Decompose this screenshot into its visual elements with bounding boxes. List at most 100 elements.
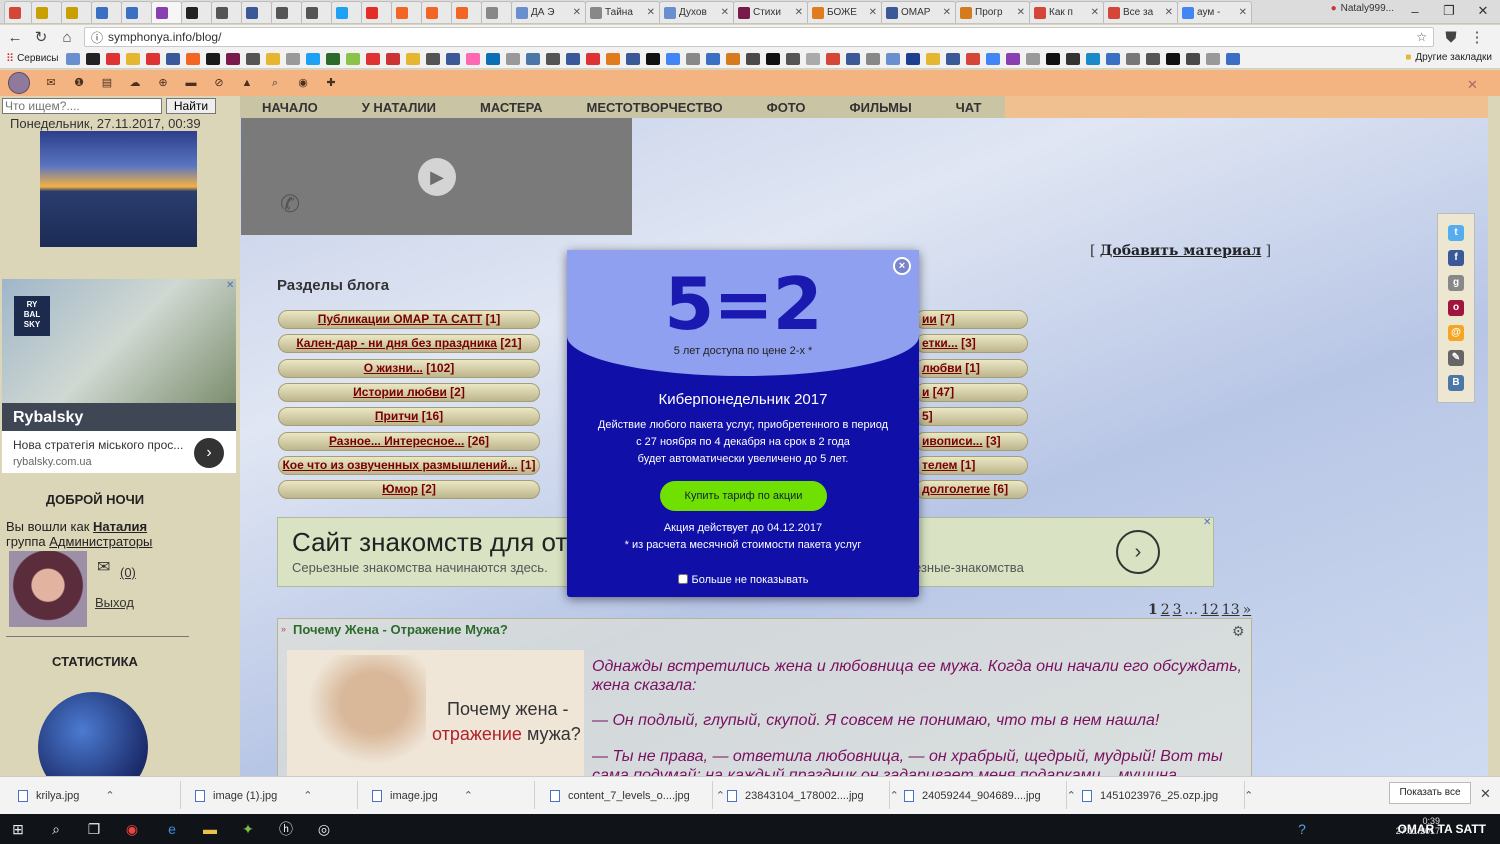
category-item[interactable]: Разное... Интересное... [26] bbox=[278, 431, 540, 451]
bookmark-icon[interactable] bbox=[245, 52, 260, 65]
folder-icon[interactable]: ▬ bbox=[184, 76, 198, 90]
close-icon[interactable]: ✕ bbox=[1466, 3, 1500, 19]
bookmark-icon[interactable] bbox=[1085, 52, 1100, 65]
bookmark-icon[interactable] bbox=[985, 52, 1000, 65]
app-icon[interactable]: ◎ bbox=[314, 819, 334, 839]
chevron-right-icon[interactable]: › bbox=[194, 438, 224, 468]
bookmark-icon[interactable] bbox=[685, 52, 700, 65]
browser-tab[interactable]: аум - ✕ bbox=[1177, 1, 1252, 23]
bookmark-icon[interactable] bbox=[545, 52, 560, 65]
help-icon[interactable]: ? bbox=[1292, 819, 1312, 839]
chevron-up-icon[interactable]: ⌃ bbox=[1067, 789, 1076, 802]
close-icon[interactable]: ✕ bbox=[1480, 786, 1491, 802]
nav-item[interactable]: МЕСТОТВОРЧЕСТВО bbox=[565, 100, 745, 115]
bookmark-icon[interactable] bbox=[765, 52, 780, 65]
category-link[interactable]: Публикации ОМАР ТА САТТ bbox=[318, 312, 483, 326]
download-item[interactable]: content_7_levels_o....jpg ⌃ bbox=[550, 789, 725, 802]
nav-item[interactable]: ФОТО bbox=[745, 100, 828, 115]
tab-close-icon[interactable]: ✕ bbox=[1239, 7, 1247, 18]
bookmark-icon[interactable] bbox=[605, 52, 620, 65]
bookmark-icon[interactable] bbox=[1025, 52, 1040, 65]
page-link[interactable]: 12 bbox=[1201, 602, 1219, 618]
bookmark-icon[interactable] bbox=[665, 52, 680, 65]
browser-tab[interactable] bbox=[331, 1, 362, 23]
browser-tab[interactable] bbox=[421, 1, 452, 23]
ad-banner-subtitle[interactable]: Серьезные знакомства начинаются здесь. bbox=[292, 560, 548, 575]
category-item[interactable]: долголетие [6] bbox=[915, 480, 1028, 500]
browser-tab[interactable]: Тайна ✕ bbox=[585, 1, 660, 23]
bookmark-icon[interactable] bbox=[345, 52, 360, 65]
logout-link[interactable]: Выход bbox=[95, 595, 134, 610]
back-icon[interactable]: ← bbox=[6, 29, 24, 46]
page-link[interactable]: 3 bbox=[1173, 602, 1182, 618]
livejournal-icon[interactable]: ✎ bbox=[1448, 350, 1464, 366]
bookmark-icon[interactable] bbox=[285, 52, 300, 65]
other-bookmarks[interactable]: ■ Другие закладки bbox=[1405, 52, 1492, 63]
category-link[interactable]: Разное... Интересное... bbox=[329, 434, 464, 448]
tab-close-icon[interactable]: ✕ bbox=[721, 7, 729, 18]
category-item[interactable]: Кое что из озвученных размышлений... [1] bbox=[278, 455, 540, 475]
bookmark-services[interactable]: Сервисы bbox=[17, 53, 58, 64]
category-link[interactable]: Кое что из озвученных размышлений... bbox=[282, 458, 517, 472]
category-link[interactable]: долголетие bbox=[922, 482, 990, 496]
play-icon[interactable]: ▶ bbox=[418, 158, 456, 196]
bookmark-icon[interactable] bbox=[645, 52, 660, 65]
chevron-up-icon[interactable]: ⌃ bbox=[464, 789, 473, 802]
bookmark-icon[interactable] bbox=[185, 52, 200, 65]
bookmark-icon[interactable] bbox=[1165, 52, 1180, 65]
profile-button[interactable]: ● Nataly999... bbox=[1331, 3, 1394, 14]
download-item[interactable]: 1451023976_25.ozp.jpg ⌃ bbox=[1082, 789, 1253, 802]
add-icon[interactable]: ⊕ bbox=[156, 76, 170, 90]
bookmark-icon[interactable] bbox=[445, 52, 460, 65]
ad-close-icon[interactable]: ✕ bbox=[226, 280, 234, 291]
search-button[interactable]: Найти bbox=[166, 98, 216, 114]
category-link[interactable]: етки... bbox=[922, 336, 958, 350]
category-item[interactable]: ии [7] bbox=[915, 310, 1028, 329]
download-item[interactable]: krilya.jpg ⌃ bbox=[18, 789, 115, 802]
browser-tab[interactable] bbox=[4, 1, 32, 23]
bookmark-icon[interactable] bbox=[1005, 52, 1020, 65]
add-material-link[interactable]: Добавить материал bbox=[1100, 243, 1261, 259]
bookmark-icon[interactable] bbox=[385, 52, 400, 65]
twitter-icon[interactable]: t bbox=[1448, 225, 1464, 241]
ad-close-icon[interactable]: ✕ bbox=[1203, 517, 1211, 528]
category-item[interactable]: и [47] bbox=[915, 382, 1028, 402]
bookmark-icon[interactable] bbox=[865, 52, 880, 65]
bookmark-icon[interactable] bbox=[405, 52, 420, 65]
bookmark-icon[interactable] bbox=[105, 52, 120, 65]
minimize-icon[interactable]: – bbox=[1398, 4, 1432, 19]
bookmark-icon[interactable] bbox=[365, 52, 380, 65]
bookmark-icon[interactable] bbox=[1225, 52, 1240, 65]
bookmark-icon[interactable] bbox=[805, 52, 820, 65]
category-item[interactable]: О жизни... [102] bbox=[278, 358, 540, 378]
bookmark-icon[interactable] bbox=[885, 52, 900, 65]
tab-close-icon[interactable]: ✕ bbox=[1017, 7, 1025, 18]
nav-item[interactable]: МАСТЕРА bbox=[458, 100, 565, 115]
category-item[interactable]: 5] bbox=[915, 407, 1028, 427]
search-input[interactable] bbox=[2, 98, 162, 114]
tab-close-icon[interactable]: ✕ bbox=[1165, 7, 1173, 18]
ad-title[interactable]: Rybalsky bbox=[13, 409, 83, 427]
bookmark-icon[interactable] bbox=[265, 52, 280, 65]
category-link[interactable]: Притчи bbox=[375, 409, 419, 423]
nav-item[interactable]: У НАТАЛИИ bbox=[340, 100, 458, 115]
browser-tab[interactable] bbox=[121, 1, 152, 23]
browser-tab[interactable] bbox=[61, 1, 92, 23]
category-item[interactable]: Притчи [16] bbox=[278, 407, 540, 427]
user-avatar[interactable] bbox=[8, 72, 30, 94]
bookmark-icon[interactable] bbox=[725, 52, 740, 65]
user-name-link[interactable]: Наталия bbox=[93, 519, 147, 534]
chevron-right-icon[interactable]: › bbox=[1116, 530, 1160, 574]
bookmark-icon[interactable] bbox=[965, 52, 980, 65]
browser-tab[interactable] bbox=[241, 1, 272, 23]
ad-description[interactable]: Нова стратегія міського прос... bbox=[13, 438, 183, 452]
bell-icon[interactable]: ▲ bbox=[240, 76, 254, 90]
category-item[interactable]: любви [1] bbox=[915, 358, 1028, 378]
info-icon[interactable]: ❶ bbox=[72, 76, 86, 90]
ad-banner-url[interactable]: езные-знакомства bbox=[914, 560, 1024, 575]
browser-tab[interactable] bbox=[391, 1, 422, 23]
bookmark-icon[interactable] bbox=[425, 52, 440, 65]
mailru-icon[interactable]: @ bbox=[1448, 325, 1464, 341]
chevron-up-icon[interactable]: ⌃ bbox=[105, 789, 114, 802]
buy-tariff-button[interactable]: Купить тариф по акции bbox=[660, 481, 827, 511]
